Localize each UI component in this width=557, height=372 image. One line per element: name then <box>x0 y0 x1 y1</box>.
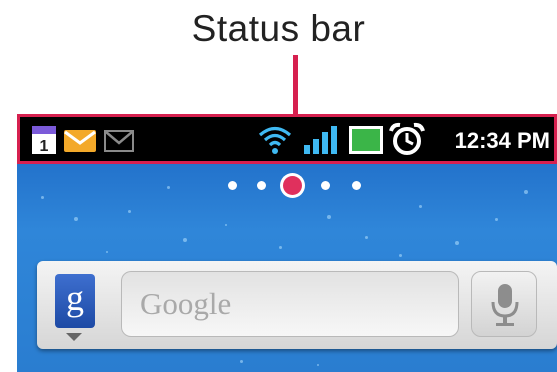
search-input[interactable]: Google <box>121 271 459 337</box>
callout-pointer-line <box>293 55 298 117</box>
wifi-icon <box>258 126 292 154</box>
phone-home-screen: 1 12:34 PM g Google <box>17 114 557 372</box>
calendar-icon: 1 <box>32 126 56 155</box>
callout: Status bar <box>0 0 557 118</box>
signal-icon <box>304 126 337 154</box>
alarm-icon <box>389 122 425 155</box>
google-g-icon: g <box>66 278 84 318</box>
page-indicator[interactable] <box>17 170 557 200</box>
callout-label: Status bar <box>191 8 366 49</box>
page-dot[interactable] <box>352 181 361 190</box>
status-bar[interactable]: 1 12:34 PM <box>17 114 557 164</box>
search-placeholder: Google <box>140 286 232 321</box>
calendar-day: 1 <box>40 138 49 155</box>
voice-search-button[interactable] <box>471 271 537 337</box>
google-g-button[interactable]: g <box>55 274 95 328</box>
email-icon <box>64 130 96 152</box>
google-search-widget: g Google <box>37 261 557 349</box>
status-time: 12:34 PM <box>454 128 550 153</box>
gmail-icon <box>104 130 134 152</box>
page-dot-active[interactable] <box>283 176 302 195</box>
page-dot[interactable] <box>257 181 266 190</box>
page-dot[interactable] <box>228 181 237 190</box>
page-dot[interactable] <box>321 181 330 190</box>
chevron-down-icon[interactable] <box>66 333 82 341</box>
battery-icon <box>349 126 383 154</box>
mic-icon <box>491 284 519 326</box>
